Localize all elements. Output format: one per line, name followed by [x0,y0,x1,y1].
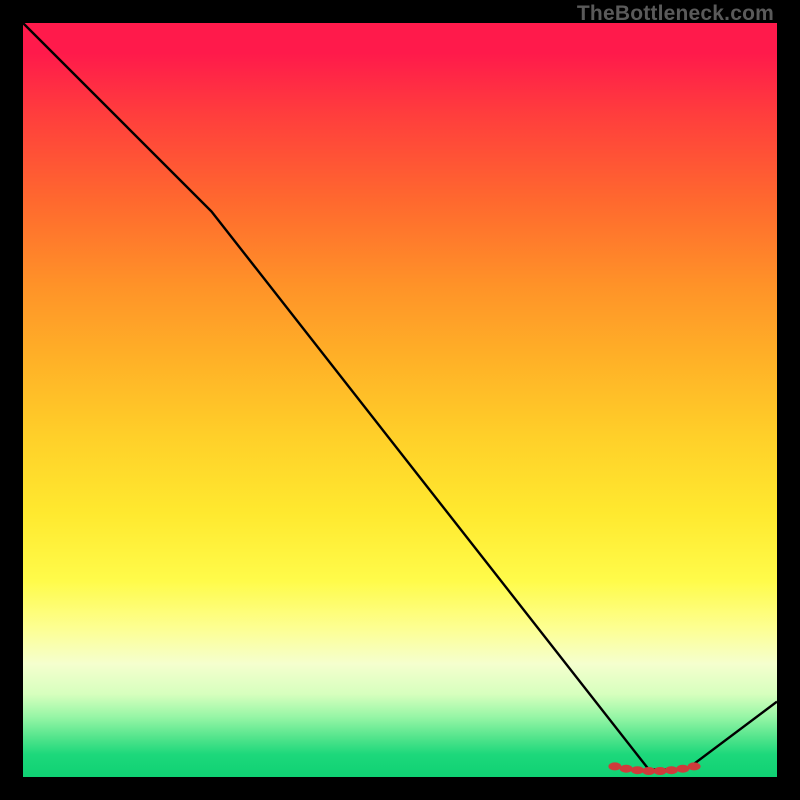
series-line [23,23,777,770]
chart-frame: TheBottleneck.com [0,0,800,800]
chart-series [23,23,777,770]
marker-dot [676,765,689,773]
marker-dot [608,762,621,770]
marker-dot [665,766,678,774]
marker-dot [620,765,633,773]
marker-dot [631,766,644,774]
chart-svg [23,23,777,777]
marker-dot [654,767,667,775]
chart-plot-area [23,23,777,777]
watermark-text: TheBottleneck.com [577,2,774,26]
marker-dot [688,762,701,770]
marker-dot [642,767,655,775]
